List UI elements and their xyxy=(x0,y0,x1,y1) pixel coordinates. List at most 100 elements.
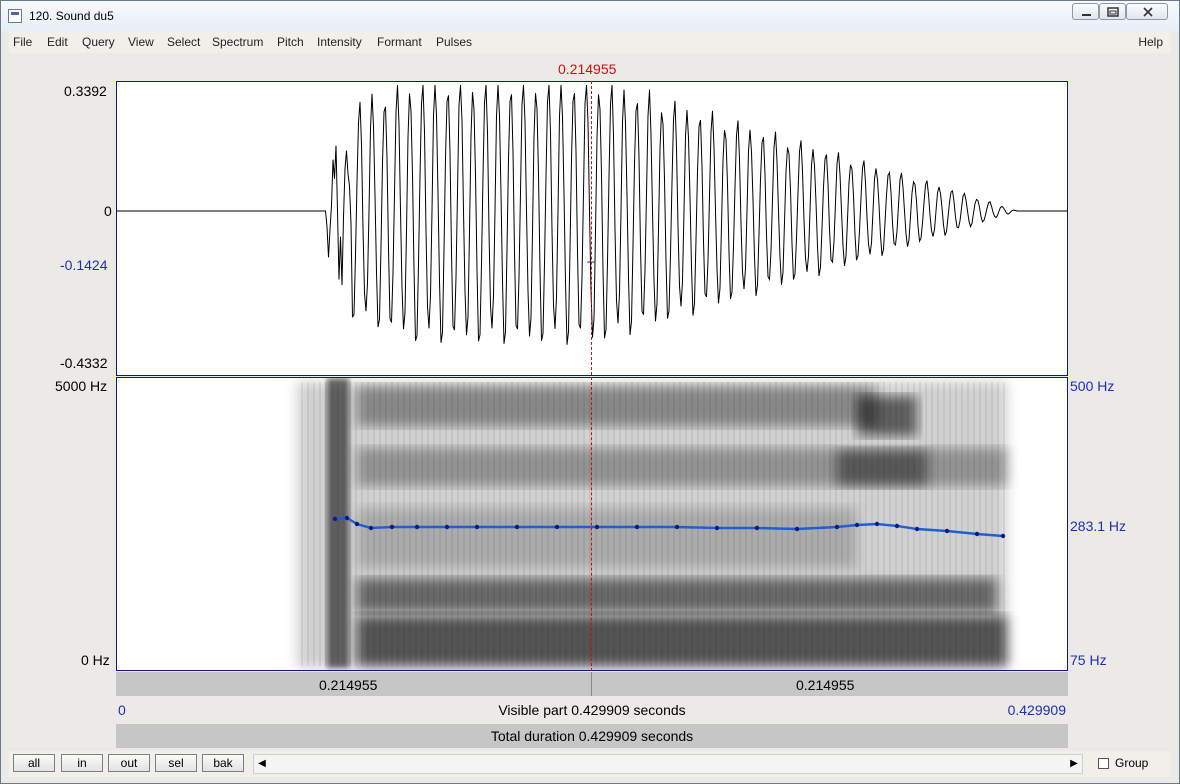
selection-time-bar[interactable]: 0.214955 0.214955 xyxy=(116,672,1068,696)
group-checkbox[interactable] xyxy=(1098,758,1109,769)
spectrogram-panel[interactable] xyxy=(116,377,1068,671)
pitch-point xyxy=(714,525,720,531)
menu-query[interactable]: Query xyxy=(82,35,115,49)
menu-spectrum[interactable]: Spectrum xyxy=(212,35,263,49)
spectrogram-band xyxy=(379,382,381,666)
spectrogram-band xyxy=(571,382,573,666)
time-bar-divider xyxy=(591,672,592,696)
spectrogram-band xyxy=(811,382,813,666)
pitch-point xyxy=(944,528,950,534)
spectrogram-band xyxy=(805,382,807,666)
waveform-panel[interactable] xyxy=(116,81,1068,376)
waveform-plot[interactable] xyxy=(117,82,1067,375)
spectrogram-band xyxy=(751,382,753,666)
spectrogram-band xyxy=(967,382,969,666)
zoom-all-button[interactable]: all xyxy=(13,754,55,772)
spectrogram-band xyxy=(373,382,375,666)
scroll-left-icon[interactable]: ◀ xyxy=(254,755,270,773)
menu-select[interactable]: Select xyxy=(167,35,200,49)
time-bar-right-label[interactable]: 0.214955 xyxy=(796,677,854,693)
spectrogram-band xyxy=(493,382,495,666)
scroll-right-icon[interactable]: ▶ xyxy=(1066,755,1082,773)
menu-pitch[interactable]: Pitch xyxy=(277,35,304,49)
menu-formant[interactable]: Formant xyxy=(377,35,422,49)
pitch-point xyxy=(354,521,360,527)
spectrogram-band xyxy=(709,382,711,666)
menu-bar: File Edit Query View Select Spectrum Pit… xyxy=(9,31,1171,53)
spectrogram-band xyxy=(505,382,507,666)
spectrogram-band xyxy=(835,382,837,666)
pitch-point xyxy=(854,522,860,528)
spectrogram-band xyxy=(1003,382,1005,666)
cursor-time-label: 0.214955 xyxy=(558,61,617,77)
spectrogram-band xyxy=(775,382,777,666)
spectrogram-band xyxy=(565,382,567,666)
spectrogram-band xyxy=(637,382,639,666)
bottom-control-bar: all in out sel bak ◀ ▶ Group xyxy=(9,751,1171,777)
spectrogram-image xyxy=(297,378,1007,668)
spectrogram-band xyxy=(703,382,705,666)
pitch-point xyxy=(554,524,560,530)
spectrogram-plot[interactable] xyxy=(117,378,1067,670)
visible-part-bar[interactable]: 0 Visible part 0.429909 seconds 0.429909 xyxy=(116,698,1068,722)
spectrogram-band xyxy=(433,382,435,666)
zoom-out-button[interactable]: out xyxy=(108,754,150,772)
spectrogram-band xyxy=(661,382,663,666)
menu-help[interactable]: Help xyxy=(1138,35,1163,49)
pitch-point xyxy=(754,525,760,531)
total-duration-bar[interactable]: Total duration 0.429909 seconds xyxy=(116,724,1068,748)
spectrogram-band xyxy=(313,382,315,666)
spectrogram-band xyxy=(889,382,891,666)
pitch-point xyxy=(332,516,338,522)
spectrogram-band xyxy=(475,382,477,666)
spectrogram-band xyxy=(385,382,387,666)
group-label: Group xyxy=(1115,756,1149,770)
pitch-point xyxy=(894,523,900,529)
spectrogram-band xyxy=(979,382,981,666)
spectrogram-band xyxy=(517,382,519,666)
spectrogram-band xyxy=(343,382,345,666)
visible-part-label[interactable]: Visible part 0.429909 seconds xyxy=(116,702,1068,718)
time-scrollbar[interactable]: ◀ ▶ xyxy=(253,754,1083,774)
spectrogram-band xyxy=(349,382,351,666)
pitch-max-label: 500 Hz xyxy=(1070,378,1115,394)
zoom-in-button[interactable]: in xyxy=(61,754,103,772)
total-duration-label[interactable]: Total duration 0.429909 seconds xyxy=(116,728,1068,744)
spectrogram-band xyxy=(943,382,945,666)
menu-pulses[interactable]: Pulses xyxy=(436,35,472,49)
spectrogram-band xyxy=(631,382,633,666)
pitch-point xyxy=(674,524,680,530)
menu-edit[interactable]: Edit xyxy=(47,35,68,49)
spectrogram-band xyxy=(757,382,759,666)
spectrogram-band xyxy=(685,382,687,666)
pitch-point xyxy=(389,524,395,530)
spec-freq-min-label: 0 Hz xyxy=(81,652,110,668)
zoom-selection-button[interactable]: sel xyxy=(155,754,197,772)
spectrogram-band xyxy=(391,382,393,666)
spectrogram-band xyxy=(697,382,699,666)
spectrogram-band xyxy=(619,382,621,666)
maximize-icon[interactable] xyxy=(1099,3,1126,20)
spectrogram-band xyxy=(487,382,489,666)
minimize-icon[interactable] xyxy=(1072,3,1099,20)
menu-file[interactable]: File xyxy=(13,35,32,49)
pitch-point xyxy=(594,524,600,530)
menu-view[interactable]: View xyxy=(128,35,154,49)
time-bar-left-label[interactable]: 0.214955 xyxy=(319,677,377,693)
spectrogram-band xyxy=(787,382,789,666)
spectrogram-band xyxy=(523,382,525,666)
title-bar: 120. Sound du5 xyxy=(1,1,1179,31)
spectrogram-band xyxy=(319,382,321,666)
pitch-current-label: 283.1 Hz xyxy=(1070,518,1127,534)
close-icon[interactable] xyxy=(1126,3,1168,20)
visible-end-label: 0.429909 xyxy=(1007,702,1066,718)
spectrogram-band xyxy=(601,382,603,666)
spectrogram-band xyxy=(901,382,903,666)
menu-intensity[interactable]: Intensity xyxy=(317,35,362,49)
spectrogram-band xyxy=(535,382,537,666)
spectrogram-band xyxy=(469,382,471,666)
spectrogram-band xyxy=(409,382,411,666)
zoom-back-button[interactable]: bak xyxy=(202,754,244,772)
spectrogram-band xyxy=(961,382,963,666)
spectrogram-band xyxy=(577,382,579,666)
